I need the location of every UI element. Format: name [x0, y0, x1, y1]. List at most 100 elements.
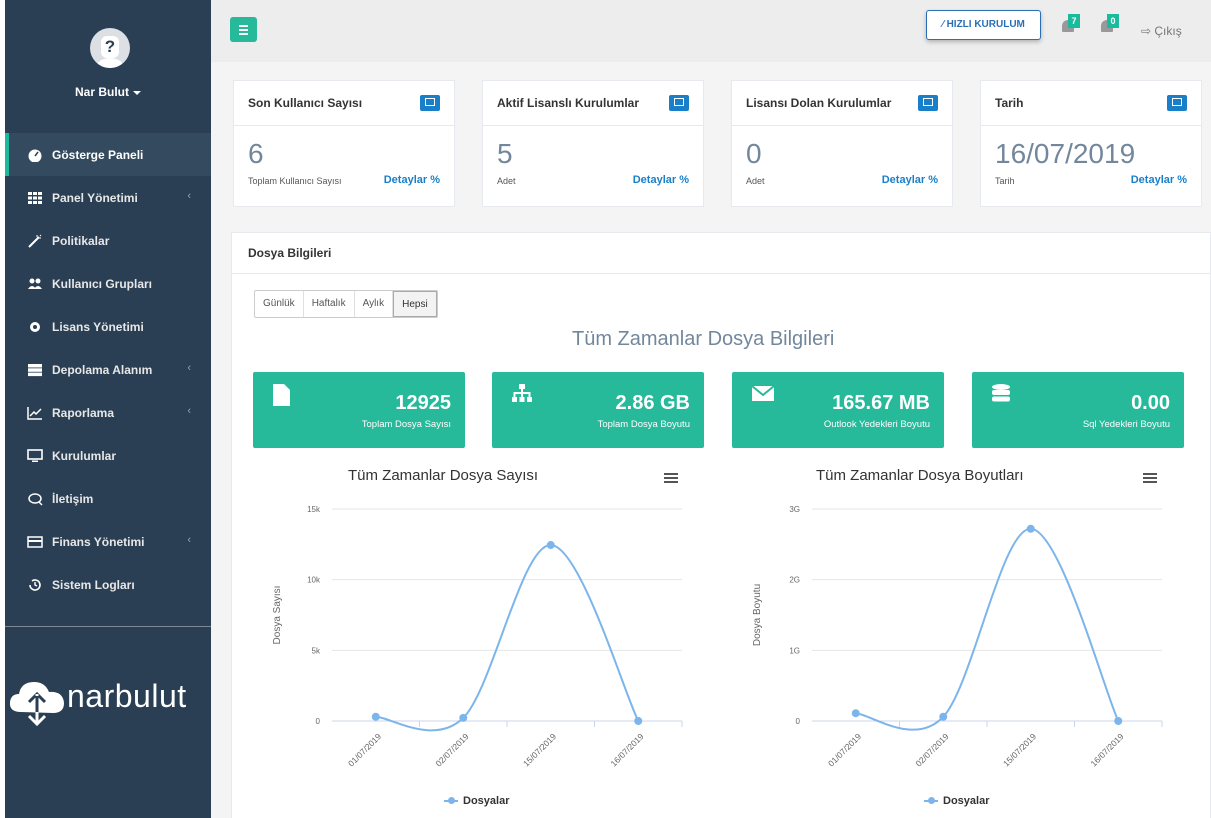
sidebar-item-label: Panel Yönetimi — [52, 190, 138, 205]
app-root: ? Nar Bulut Gösterge Paneli Panel Yönetim… — [0, 0, 1211, 818]
user-notification-badge: 0 — [1107, 14, 1119, 28]
chart-menu-icon[interactable] — [664, 473, 678, 483]
filter-weekly-button[interactable]: Haftalık — [304, 291, 355, 317]
sidebar-item-users[interactable]: Kullanıcı Grupları — [5, 262, 211, 305]
dashboard-icon — [28, 149, 42, 162]
cloud-logo-icon — [9, 682, 64, 727]
y-tick-label: 1G — [789, 646, 800, 655]
menu-toggle-button[interactable] — [230, 17, 257, 42]
sidebar-item-gear[interactable]: Lisans Yönetimi — [5, 305, 211, 348]
link-icon: % — [1177, 174, 1187, 186]
tile-header: Tarih — [981, 81, 1201, 126]
summary-tile: Tarih 16/07/2019 Tarih Detaylar % — [980, 80, 1202, 207]
sidebar-item-chart[interactable]: Raporlama ‹ — [5, 391, 211, 434]
details-link[interactable]: Detaylar % — [882, 174, 938, 186]
sidebar-item-label: Lisans Yönetimi — [52, 319, 144, 334]
stat-value: 2.86 GB — [615, 392, 690, 414]
sidebar-item-label: Depolama Alanım — [52, 362, 153, 377]
details-link[interactable]: Detaylar % — [633, 174, 689, 186]
data-point — [1114, 717, 1123, 725]
details-label: Detaylar — [632, 174, 677, 186]
filter-all-button[interactable]: Hepsi — [393, 291, 437, 317]
tile-icon — [420, 95, 440, 111]
sidebar-item-monitor[interactable]: Kurulumlar — [5, 434, 211, 477]
sign-out-icon: ⇨ — [1141, 24, 1155, 38]
x-tick-label: 15/07/2019 — [1001, 731, 1038, 768]
tile-value: 5 — [497, 138, 513, 169]
y-tick-label: 10k — [307, 576, 321, 585]
y-tick-label: 3G — [789, 505, 800, 514]
tile-subtitle: Tarih — [995, 176, 1015, 186]
details-link[interactable]: Detaylar % — [384, 174, 440, 186]
filter-monthly-button[interactable]: Aylık — [355, 291, 394, 317]
y-tick-label: 0 — [316, 717, 321, 726]
details-label: Detaylar — [383, 174, 428, 186]
stat-value: 165.67 MB — [832, 392, 930, 414]
sidebar-item-grid[interactable]: Panel Yönetimi ‹ — [5, 176, 211, 219]
x-tick-label: 02/07/2019 — [914, 731, 951, 768]
chevron-left-icon: ‹ — [187, 405, 191, 417]
sidebar-item-storage[interactable]: Depolama Alanım ‹ — [5, 348, 211, 391]
panel-title: Dosya Bilgileri — [232, 233, 1210, 274]
tile-header: Aktif Lisanslı Kurulumlar — [483, 81, 703, 126]
stat-label: Outlook Yedekleri Boyutu — [823, 419, 930, 430]
details-label: Detaylar — [881, 174, 926, 186]
data-point — [371, 712, 380, 721]
legend-item[interactable]: Dosyalar — [444, 795, 509, 807]
tile-subtitle: Toplam Kullanıcı Sayısı — [248, 176, 342, 186]
file-count-chart: 0 5k 10k 15k Dosya Sayısı 01/07/2019 02/07/201… — [272, 505, 683, 768]
avatar[interactable]: ? — [90, 28, 130, 68]
gear-icon — [30, 321, 40, 332]
exit-label: Çıkış — [1154, 24, 1182, 38]
caret-down-icon — [133, 90, 141, 95]
sidebar-item-magic-wand[interactable]: Politikalar — [5, 219, 211, 262]
filter-daily-button[interactable]: Günlük — [255, 291, 304, 317]
y-tick-label: 5k — [312, 646, 321, 655]
sidebar-item-credit-card[interactable]: Finans Yönetimi ‹ — [5, 520, 211, 563]
user-menu[interactable]: Nar Bulut — [5, 85, 211, 99]
chart-menu-icon[interactable] — [1143, 473, 1157, 483]
stat-label: Sql Yedekleri Boyutu — [1082, 419, 1170, 430]
data-point — [1026, 524, 1035, 533]
chevron-left-icon: ‹ — [187, 190, 191, 202]
file-icon — [273, 384, 290, 406]
tile-value: 16/07/2019 — [995, 138, 1136, 169]
legend-item[interactable]: Dosyalar — [924, 795, 989, 807]
data-point — [459, 713, 468, 722]
quick-setup-button[interactable]: ⁄ HIZLI KURULUM — [926, 10, 1041, 40]
x-tick-label: 15/07/2019 — [521, 731, 558, 768]
x-tick-label: 01/07/2019 — [826, 731, 863, 768]
topbar: ⁄ HIZLI KURULUM 7 0 ⇨ Çıkış — [211, 0, 1211, 62]
sidebar-item-label: Gösterge Paneli — [52, 147, 144, 162]
credit-card-icon — [27, 535, 43, 548]
link-icon: % — [928, 174, 938, 186]
sidebar-menu: Gösterge Paneli Panel Yönetimi ‹ Politikala… — [5, 133, 211, 606]
sidebar-item-label: Politikalar — [52, 233, 110, 248]
tile-header: Son Kullanıcı Sayısı — [234, 81, 454, 126]
monitor-icon — [27, 448, 43, 462]
chart-title-count: Tüm Zamanlar Dosya Sayısı — [348, 467, 539, 484]
data-point — [546, 541, 555, 550]
details-link[interactable]: Detaylar % — [1131, 174, 1187, 186]
details-label: Detaylar — [1130, 174, 1175, 186]
sidebar-item-label: İletişim — [52, 491, 94, 506]
period-filter: Günlük Haftalık Aylık Hepsi — [254, 290, 438, 318]
storage-icon — [28, 363, 42, 376]
sidebar-item-comments[interactable]: İletişim — [5, 477, 211, 520]
file-size-chart: 0 1G 2G 3G Dosya Boyutu 01/07/2019 02/07/2019 1… — [752, 505, 1163, 768]
chevron-left-icon: ‹ — [187, 534, 191, 546]
sidebar-item-dashboard[interactable]: Gösterge Paneli — [5, 133, 211, 176]
y-tick-label: 15k — [307, 505, 321, 514]
grid-icon — [28, 191, 42, 204]
tile-title: Lisansı Dolan Kurulumlar — [746, 96, 892, 110]
profile: ? Nar Bulut — [5, 0, 211, 130]
stat-value: 0.00 — [1131, 392, 1170, 414]
users-icon — [28, 278, 42, 289]
summary-tile: Lisansı Dolan Kurulumlar 0 Adet Detaylar % — [731, 80, 953, 207]
chart-title-size: Tüm Zamanlar Dosya Boyutları — [816, 467, 1024, 484]
sidebar-divider — [5, 626, 211, 627]
exit-link[interactable]: ⇨ Çıkış — [1141, 24, 1182, 38]
stat-label: Toplam Dosya Boyutu — [597, 419, 690, 430]
sidebar-item-history[interactable]: Sistem Logları — [5, 563, 211, 606]
stat-box: 165.67 MB Outlook Yedekleri Boyutu — [732, 372, 944, 448]
